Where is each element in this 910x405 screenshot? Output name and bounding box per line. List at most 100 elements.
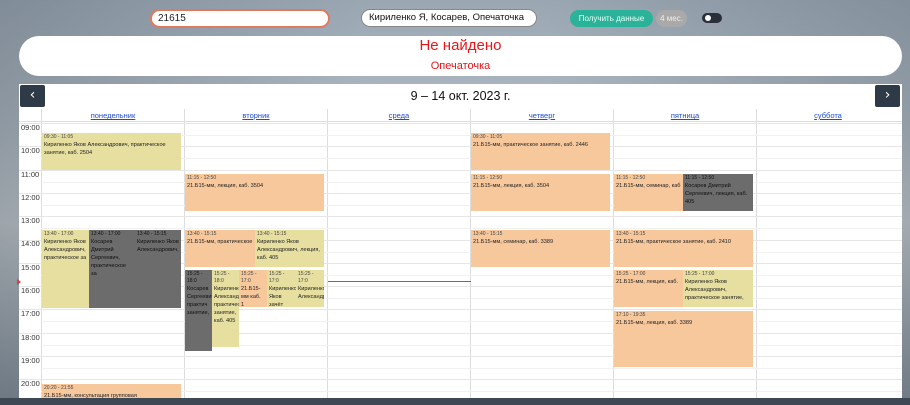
event-card[interactable]: 15:25 - 17:0 21.Б15-мм каб. 1 — [239, 270, 267, 307]
event-text: Кириленко Яков Александрович, практическ… — [685, 279, 744, 301]
hour-label: 17:00 — [21, 309, 40, 318]
event-card[interactable]: 17:10 - 19:35 21.Б15-мм, лекция, каб. 33… — [614, 311, 753, 367]
event-card[interactable]: 09:30 - 11:05 21.Б15-мм, практическое за… — [471, 133, 610, 170]
date-range-title: 9 – 14 окт. 2023 г. — [410, 89, 511, 103]
current-time-marker — [17, 279, 21, 285]
event-text: Кириленко Яков зачёт (кон — [269, 286, 296, 307]
half-hour-gridline — [41, 321, 902, 322]
event-time: 11:15 - 12:50 — [187, 175, 217, 181]
event-time: 15:25 - 17:0 — [298, 271, 314, 284]
group-search-input[interactable]: 21615 — [150, 9, 330, 28]
hour-gridline — [19, 193, 902, 194]
event-time: 11:15 - 12:50 — [473, 175, 503, 181]
event-text: Кириленко Яков Александрович, практическ… — [44, 142, 166, 156]
column-divider — [756, 109, 757, 405]
current-time-line — [328, 281, 471, 282]
hour-label: 11:00 — [21, 170, 40, 179]
event-time: 15:25 - 17:00 — [685, 271, 715, 277]
event-text: 21.Б15-мм, лекция, каб. — [616, 279, 679, 285]
event-card[interactable]: 15:25 - 18:0 Косарев Сергеевич практич з… — [185, 270, 212, 351]
event-time: 13:40 - 17:00 — [44, 231, 74, 237]
next-week-button[interactable]: › — [875, 85, 900, 107]
names-input[interactable]: Кириленко Я, Косарев, Опечаточка — [361, 9, 537, 27]
header-divider — [19, 121, 902, 122]
half-hour-gridline — [41, 228, 902, 229]
event-time: 13:40 - 15:15 — [187, 231, 217, 237]
event-text: 21.Б15-мм, практическое занятие, каб. 24… — [616, 239, 732, 245]
event-time: 15:25 - 17:0 — [241, 271, 257, 284]
event-time: 20:20 - 21:55 — [44, 385, 74, 391]
event-card[interactable]: 13:40 - 17:00 Косарев Дмитрий Сергеевич,… — [89, 230, 135, 308]
event-time: 17:10 - 19:35 — [616, 312, 646, 318]
event-card[interactable]: 09:30 - 11:05 Кириленко Яков Александров… — [42, 133, 181, 170]
hour-label: 10:00 — [21, 146, 40, 155]
hour-gridline — [19, 170, 902, 171]
column-divider — [327, 109, 328, 405]
event-text: 21.Б15-мм, лекция, каб. 3389 — [616, 320, 693, 326]
event-card[interactable]: 15:25 - 17:00 21.Б15-мм, лекция, каб. — [614, 270, 683, 307]
event-time: 15:25 - 18:0 — [214, 271, 230, 284]
hour-label: 13:00 — [21, 216, 40, 225]
hour-gridline — [19, 379, 902, 380]
message-panel: Не найдено Опечаточка — [19, 36, 902, 76]
event-text: 21.Б15-мм, лекция, каб. 3504 — [187, 183, 264, 189]
event-time: 09:30 - 11:05 — [473, 134, 503, 140]
event-time: 13:40 - 15:15 — [616, 231, 646, 237]
hour-gridline — [19, 356, 902, 357]
event-text: Косарев Дмитрий Сергеевич, практическое … — [91, 239, 127, 277]
hour-label: 16:00 — [21, 286, 40, 295]
hour-label: 20:00 — [21, 379, 40, 388]
hour-gridline — [19, 309, 902, 310]
half-hour-gridline — [41, 345, 902, 346]
event-text: 21.Б15-мм, семинар, каб — [616, 183, 681, 189]
event-time: 13:40 - 15:15 — [473, 231, 503, 237]
month-range-button[interactable]: 4 мес. — [656, 10, 687, 27]
event-text: Кириленко Александр практичес занятие, к… — [214, 286, 239, 324]
event-text: 21.Б15-мм, практическое — [187, 239, 253, 245]
hour-label: 12:00 — [21, 193, 40, 202]
hour-gridline — [19, 123, 902, 124]
event-time: 13:40 - 17:00 — [91, 231, 121, 237]
toggle-knob — [705, 15, 711, 21]
hour-label: 18:00 — [21, 333, 40, 342]
message-title: Не найдено — [419, 37, 502, 54]
event-card[interactable]: 15:25 - 17:0 Кириленко Александр — [296, 270, 324, 307]
event-time: 09:30 - 11:05 — [44, 134, 74, 140]
half-hour-gridline — [41, 368, 902, 369]
event-card[interactable]: 11:15 - 12:50 Косарев Дмитрий Сергеевич,… — [683, 174, 753, 211]
event-text: Кириленко Александр — [298, 286, 324, 300]
event-card[interactable]: 11:15 - 12:50 21.Б15-мм, лекция, каб. 35… — [471, 174, 610, 211]
prev-week-button[interactable]: ‹ — [20, 85, 45, 107]
event-time: 11:15 - 12:50 — [685, 175, 715, 181]
event-card[interactable]: 15:25 - 17:0 Кириленко Яков зачёт (кон — [267, 270, 296, 307]
view-toggle[interactable] — [702, 13, 722, 23]
event-card[interactable]: 13:40 - 15:15 21.Б15-мм, семинар, каб. 3… — [471, 230, 610, 267]
event-card[interactable]: 15:25 - 17:00 Кириленко Яков Александров… — [683, 270, 753, 307]
hour-gridline — [19, 333, 902, 334]
event-time: 13:40 - 15:15 — [257, 231, 287, 237]
calendar: ‹ 9 – 14 окт. 2023 г. › понедельник втор… — [19, 84, 902, 405]
event-card[interactable]: 13:40 - 15:15 21.Б15-мм, практическое за… — [614, 230, 753, 267]
event-card[interactable]: 11:15 - 12:50 21.Б15-мм, семинар, каб — [614, 174, 683, 211]
event-text: Косарев Дмитрий Сергеевич, лекция, каб. … — [685, 183, 748, 205]
event-text: Кириленко Яков Александрович, лекция, ка… — [257, 239, 320, 261]
event-card[interactable]: 13:40 - 15:15 21.Б15-мм, практическое — [185, 230, 255, 267]
event-text: 21.Б15-мм каб. 1 — [241, 286, 261, 307]
event-card[interactable]: 11:15 - 12:50 21.Б15-мм, лекция, каб. 35… — [185, 174, 324, 211]
event-time: 15:25 - 17:0 — [269, 271, 285, 284]
event-card[interactable]: 13:40 - 15:15 Кириленко Яков Александров… — [255, 230, 324, 267]
event-text: 21.Б15-мм, практическое занятие, каб. 24… — [473, 142, 589, 148]
get-data-button[interactable]: Получить данные — [570, 10, 653, 27]
event-card[interactable]: 15:25 - 18:0 Кириленко Александр практич… — [212, 270, 239, 347]
event-time: 15:25 - 17:00 — [616, 271, 646, 277]
hour-label: 14:00 — [21, 239, 40, 248]
event-text: 21.Б15-мм, лекция, каб. 3504 — [473, 183, 550, 189]
event-text: Кириленко Яков Александрович, — [137, 239, 179, 253]
message-subtitle: Опечаточка — [430, 60, 491, 72]
event-card[interactable]: 13:40 - 15:15 Кириленко Яков Александров… — [135, 230, 181, 308]
event-card[interactable]: 13:40 - 17:00 Кириленко Яков Александров… — [42, 230, 89, 308]
event-text: 21.Б15-мм, семинар, каб. 3389 — [473, 239, 554, 245]
event-time: 11:15 - 12:50 — [616, 175, 646, 181]
event-text: Кириленко Яков Александрович, практическ… — [44, 239, 87, 261]
hour-label: 15:00 — [21, 263, 40, 272]
